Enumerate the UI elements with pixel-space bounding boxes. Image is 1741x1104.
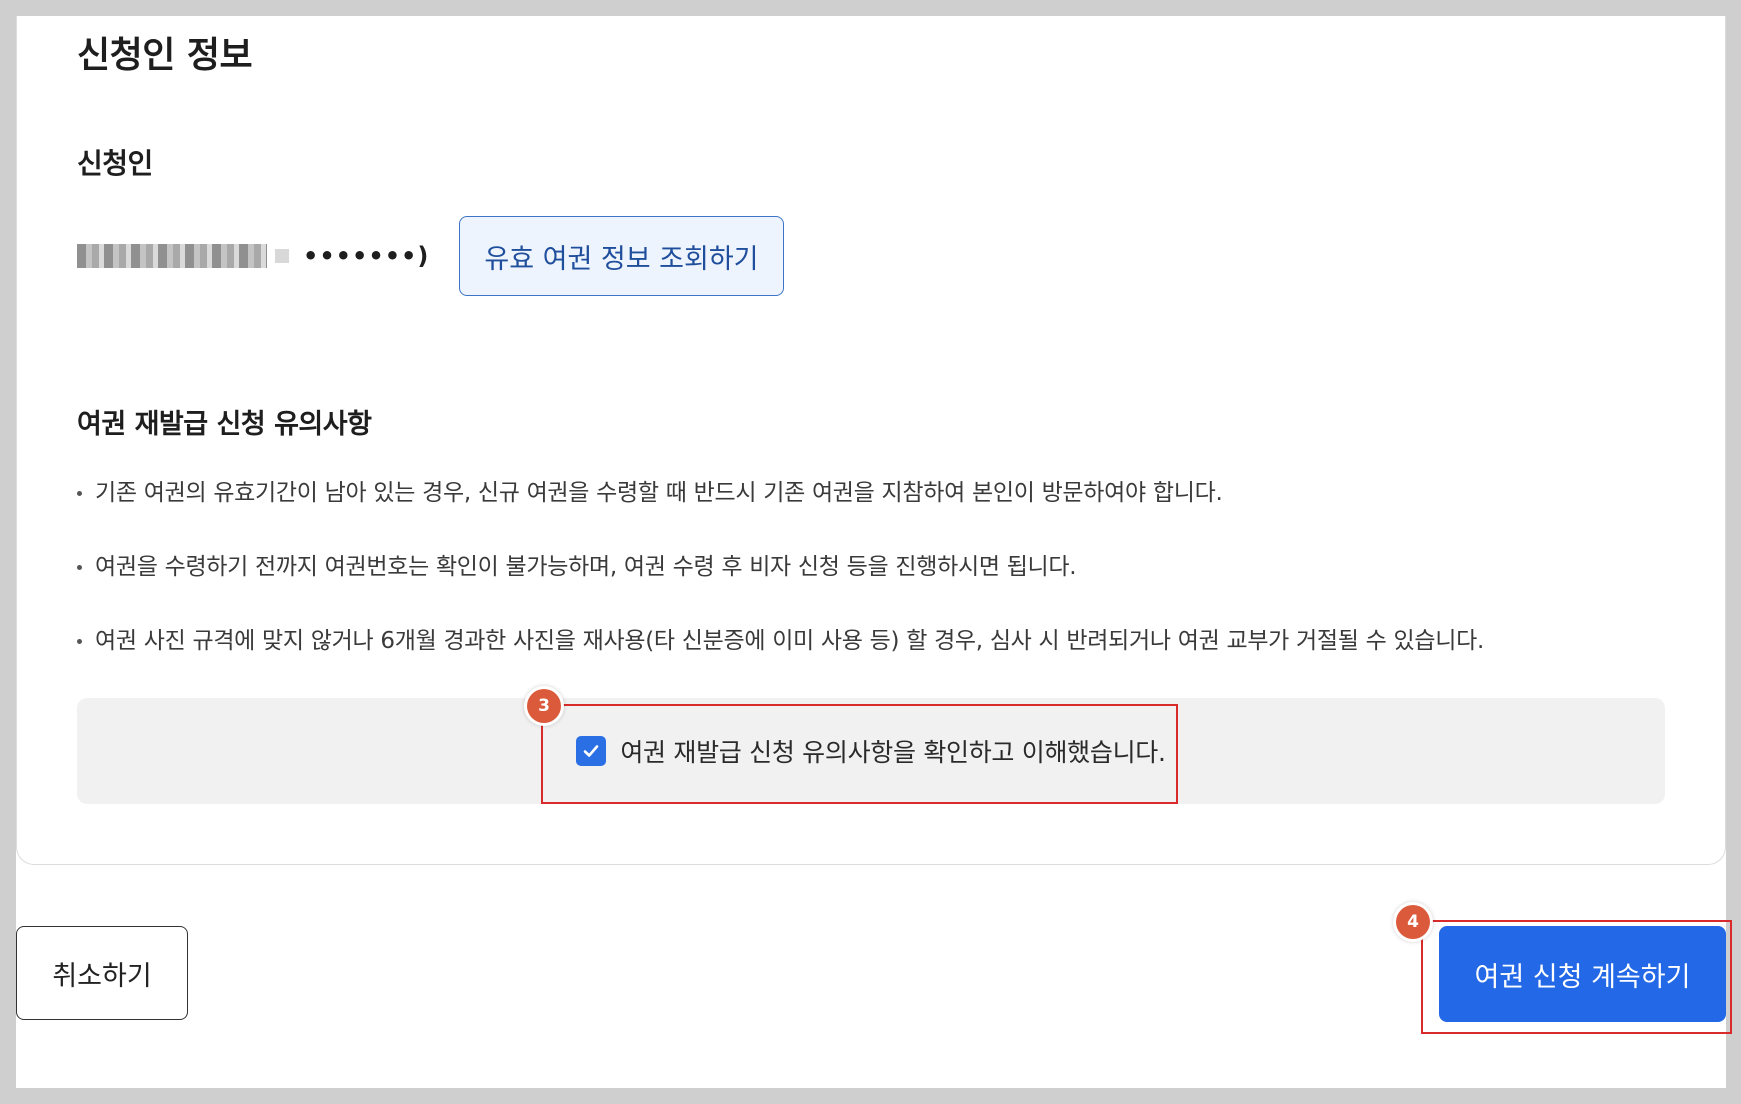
agreement-box: 여권 재발급 신청 유의사항을 확인하고 이해했습니다. (77, 698, 1665, 804)
masked-applicant-name (77, 244, 267, 268)
notice-item: 기존 여권의 유효기간이 남아 있는 경우, 신규 여권을 수령할 때 반드시 … (77, 478, 1484, 552)
masked-separator (275, 249, 289, 263)
page: 신청인 정보 신청인 •••••••) 유효 여권 정보 조회하기 여권 재발급… (16, 16, 1726, 1088)
checkmark-icon (584, 745, 599, 757)
step-badge-3: 3 (527, 689, 561, 723)
applicant-label: 신청인 (77, 147, 153, 180)
continue-passport-application-button[interactable]: 여권 신청 계속하기 (1439, 926, 1726, 1022)
applicant-row: •••••••) 유효 여권 정보 조회하기 (77, 216, 784, 296)
notice-list: 기존 여권의 유효기간이 남아 있는 경우, 신규 여권을 수령할 때 반드시 … (77, 478, 1484, 700)
lookup-valid-passport-button[interactable]: 유효 여권 정보 조회하기 (459, 216, 784, 296)
agreement-label[interactable]: 여권 재발급 신청 유의사항을 확인하고 이해했습니다. (620, 733, 1166, 769)
applicant-info-card: 신청인 정보 신청인 •••••••) 유효 여권 정보 조회하기 여권 재발급… (16, 16, 1726, 865)
agreement-row[interactable]: 여권 재발급 신청 유의사항을 확인하고 이해했습니다. (77, 698, 1665, 804)
cancel-button[interactable]: 취소하기 (16, 926, 188, 1020)
section-title: 신청인 정보 (77, 35, 253, 76)
notice-item: 여권을 수령하기 전까지 여권번호는 확인이 불가능하며, 여권 수령 후 비자… (77, 552, 1484, 626)
notice-title: 여권 재발급 신청 유의사항 (77, 409, 372, 440)
masked-applicant-id: •••••••) (303, 242, 430, 270)
notice-item: 여권 사진 규격에 맞지 않거나 6개월 경과한 사진을 재사용(타 신분증에 … (77, 626, 1484, 700)
step-badge-4: 4 (1396, 905, 1430, 939)
agreement-checkbox[interactable] (576, 736, 607, 766)
